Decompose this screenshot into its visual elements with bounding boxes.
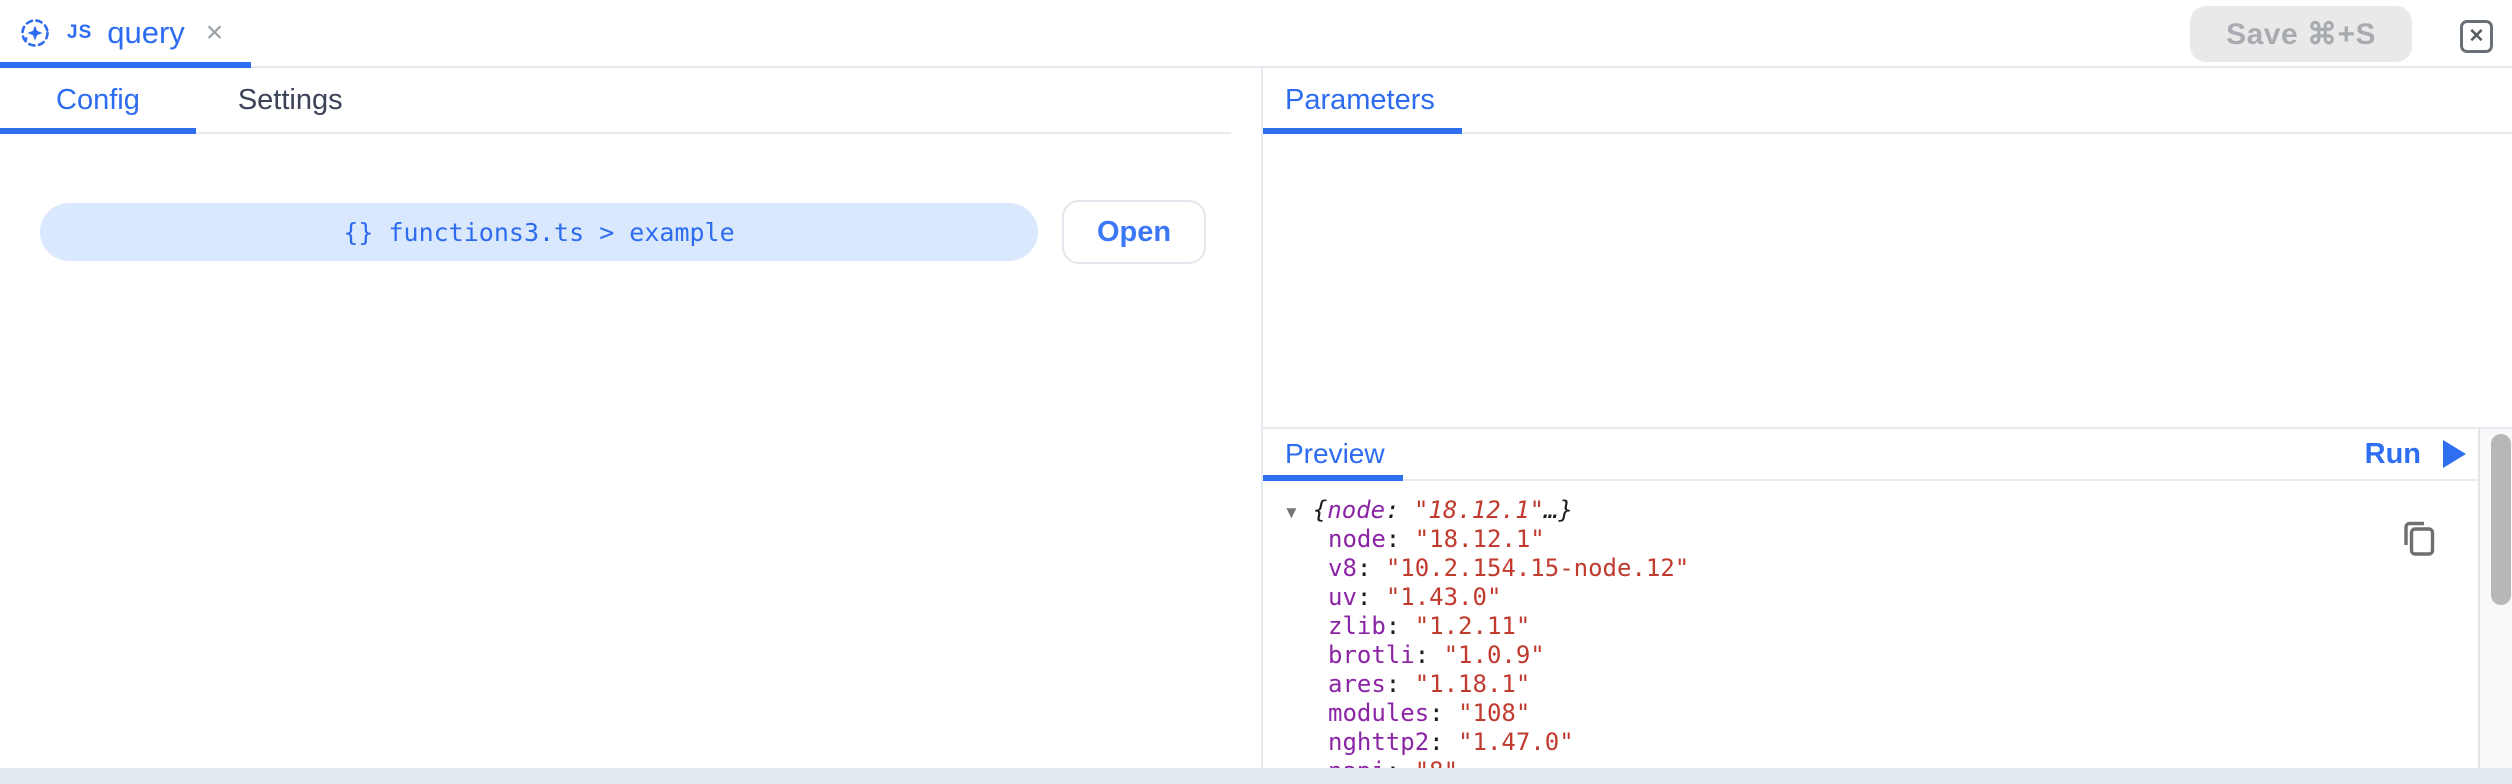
json-value: "8"	[1415, 757, 1458, 768]
run-button[interactable]: Run	[2365, 438, 2466, 471]
tab-settings[interactable]: Settings	[196, 68, 385, 132]
run-label: Run	[2365, 438, 2421, 471]
json-value: "10.2.154.15-node.12"	[1386, 554, 1689, 582]
play-icon	[2443, 440, 2466, 468]
run-panel: Parameters Preview Run ▼ {node: "18.12.1"…	[1263, 68, 2512, 768]
json-entry-row: ares: "1.18.1"	[1283, 670, 2478, 699]
json-key: v8	[1328, 554, 1357, 582]
expander-triangle-icon[interactable]: ▼	[1283, 498, 1300, 527]
scrollbar-track[interactable]	[2478, 429, 2512, 768]
function-binding-chip: {} functions3.ts > example	[40, 203, 1038, 261]
json-colon: :	[1386, 670, 1415, 698]
json-key: modules	[1328, 699, 1429, 727]
json-key: node	[1328, 525, 1386, 553]
preview-section: Preview Run ▼ {node: "18.12.1"…} node: "1…	[1263, 427, 2512, 768]
root-ellipsis-brace: …}	[1544, 496, 1573, 524]
module-sync-icon	[18, 16, 52, 50]
app-window: JS query × Save ⌘+S ✕ Config Settings {}…	[0, 0, 2512, 784]
editor-header: JS query × Save ⌘+S ✕	[0, 0, 2512, 68]
config-content: {} functions3.ts > example Open	[0, 134, 1261, 264]
root-open-brace: {	[1313, 496, 1327, 524]
js-badge: JS	[67, 22, 92, 44]
json-colon: :	[1429, 699, 1458, 727]
json-value: "1.18.1"	[1415, 670, 1531, 698]
json-value: "1.43.0"	[1386, 583, 1502, 611]
json-colon: :	[1429, 728, 1458, 756]
json-value: "1.0.9"	[1444, 641, 1545, 669]
json-entry-row: nghttp2: "1.47.0"	[1283, 728, 2478, 757]
save-button[interactable]: Save ⌘+S	[2190, 6, 2412, 62]
root-value: "18.12.1"	[1414, 496, 1544, 524]
json-key: brotli	[1328, 641, 1415, 669]
bottom-dock-edge	[0, 768, 2512, 784]
json-entry-row: modules: "108"	[1283, 699, 2478, 728]
json-colon: :	[1386, 612, 1415, 640]
json-colon: :	[1357, 583, 1386, 611]
right-tabbar: Parameters	[1263, 68, 2512, 134]
json-entry-row: napi: "8"	[1283, 757, 2478, 768]
json-colon: :	[1357, 554, 1386, 582]
root-colon: :	[1385, 496, 1414, 524]
parameters-empty-area	[1263, 134, 2512, 427]
main-split: Config Settings {} functions3.ts > examp…	[0, 68, 2512, 768]
json-key: ares	[1328, 670, 1386, 698]
json-colon: :	[1386, 757, 1415, 768]
root-key: node	[1327, 496, 1385, 524]
json-preview-output: ▼ {node: "18.12.1"…} node: "18.12.1" v8: …	[1263, 481, 2478, 768]
json-entries: node: "18.12.1" v8: "10.2.154.15-node.12…	[1283, 525, 2478, 768]
window-close-icon[interactable]: ✕	[2460, 20, 2493, 53]
json-entry-row: v8: "10.2.154.15-node.12"	[1283, 554, 2478, 583]
tab-parameters[interactable]: Parameters	[1263, 68, 1462, 132]
json-entry-row: brotli: "1.0.9"	[1283, 641, 2478, 670]
json-value: "1.2.11"	[1415, 612, 1531, 640]
json-key: nghttp2	[1328, 728, 1429, 756]
copy-icon[interactable]	[2398, 517, 2440, 559]
json-entry-row: uv: "1.43.0"	[1283, 583, 2478, 612]
json-entry-row: zlib: "1.2.11"	[1283, 612, 2478, 641]
json-key: uv	[1328, 583, 1357, 611]
json-key: napi	[1328, 757, 1386, 768]
json-value: "18.12.1"	[1415, 525, 1545, 553]
query-tab[interactable]: JS query ×	[0, 0, 251, 66]
tab-preview[interactable]: Preview	[1263, 429, 1403, 479]
json-colon: :	[1415, 641, 1444, 669]
json-root-row: ▼ {node: "18.12.1"…}	[1283, 496, 2478, 525]
config-panel: Config Settings {} functions3.ts > examp…	[0, 68, 1263, 768]
json-colon: :	[1386, 525, 1415, 553]
open-button[interactable]: Open	[1062, 200, 1206, 264]
json-key: zlib	[1328, 612, 1386, 640]
query-tab-title: query	[107, 15, 185, 51]
tab-close-icon[interactable]: ×	[206, 18, 224, 48]
preview-header-row: Preview Run	[1263, 429, 2478, 481]
scrollbar-thumb[interactable]	[2491, 434, 2511, 605]
tab-config[interactable]: Config	[0, 68, 196, 132]
left-tabbar: Config Settings	[0, 68, 1231, 134]
json-value: "1.47.0"	[1458, 728, 1574, 756]
json-entry-row: node: "18.12.1"	[1283, 525, 2478, 554]
json-value: "108"	[1458, 699, 1530, 727]
